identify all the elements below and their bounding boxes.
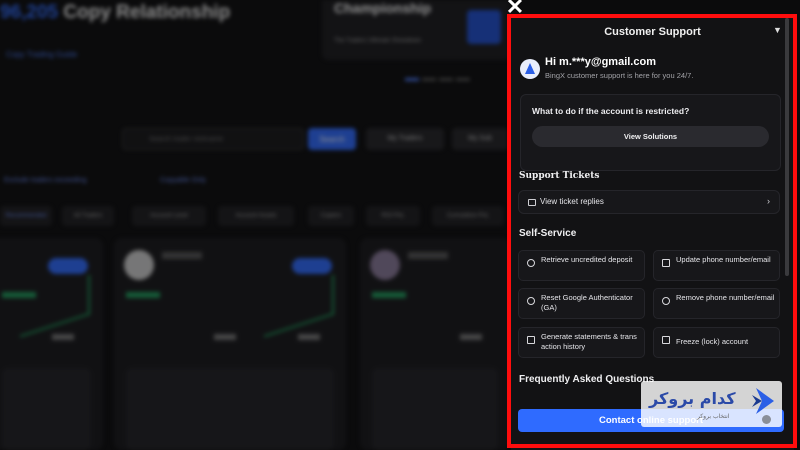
self-service-retrieve-deposit[interactable]: Retrieve uncredited deposit: [518, 250, 645, 281]
phone-icon: [662, 259, 670, 267]
trader-stat: [460, 334, 482, 340]
faq-title: Frequently Asked Questions: [519, 374, 655, 385]
greeting-name: Hi m.***y@gmail.com: [545, 56, 656, 68]
watermark-logo: [752, 388, 774, 414]
tab-account-level[interactable]: Account Level: [132, 206, 206, 226]
self-service-label: Remove phone number/email: [676, 293, 775, 302]
avatar: [124, 250, 154, 280]
my-sub-button[interactable]: My Sub: [452, 128, 508, 150]
panel-title: Customer Support: [604, 26, 701, 38]
self-service-update-phone-email[interactable]: Update phone number/email: [653, 250, 780, 281]
watermark-text: کدام بروکر: [649, 389, 736, 408]
my-traders-button[interactable]: My Traders: [366, 128, 444, 150]
shield-icon: [527, 297, 535, 305]
self-service-label: Update phone number/email: [676, 255, 771, 264]
copy-trading-guide-link[interactable]: Copy Trading Guide: [6, 50, 77, 59]
trader-roi: [372, 292, 406, 298]
watermark: کدام بروکر انتخاب بروکر: [641, 381, 782, 427]
trader-search-input[interactable]: Search trader nickname: [122, 128, 304, 150]
tab-cumulative-pnl[interactable]: Cumulative PnL: [432, 206, 504, 226]
trader-card[interactable]: [360, 238, 510, 450]
banner-title: Championship: [334, 0, 432, 16]
greeting-subtitle: BingX customer support is here for you 2…: [545, 71, 694, 80]
self-service-label: Retrieve uncredited deposit: [541, 255, 633, 264]
self-service-generate-statements[interactable]: Generate statements & transaction histor…: [518, 327, 645, 358]
trader-name: [162, 252, 202, 259]
self-service-remove-phone-email[interactable]: Remove phone number/email: [653, 288, 780, 319]
screen: 96,205 Copy Relationship Copy Trading Gu…: [0, 0, 800, 450]
trader-description: [372, 368, 498, 450]
clock-icon: [527, 259, 535, 267]
trader-name: [408, 252, 448, 259]
remove-icon: [662, 297, 670, 305]
tab-roi-pnl[interactable]: ROI PnL: [366, 206, 420, 226]
self-service-freeze-account[interactable]: Freeze (lock) account: [653, 327, 780, 358]
championship-banner[interactable]: Championship The Traders Ultimate Showdo…: [322, 0, 510, 60]
suggested-question: What to do if the account is restricted?: [532, 106, 690, 116]
trader-description: [2, 368, 91, 450]
copy-relationship-count: 96,205: [0, 2, 59, 23]
self-service-label: Freeze (lock) account: [676, 337, 749, 346]
watermark-dot: [762, 415, 771, 424]
tab-copiers[interactable]: Copiers: [308, 206, 354, 226]
self-service-reset-ga[interactable]: Reset Google Authenticator (GA): [518, 288, 645, 319]
trader-stat: [298, 334, 320, 340]
panel-header: Customer Support ▼: [511, 14, 794, 50]
trader-sparkline: [264, 274, 334, 338]
message-icon: [528, 199, 536, 206]
self-service-title: Self-Service: [519, 228, 577, 239]
trader-stat: [52, 334, 74, 340]
suggested-question-card: What to do if the account is restricted?…: [520, 94, 781, 171]
avatar: [370, 250, 400, 280]
support-tickets-title: Support Tickets: [519, 171, 600, 181]
trader-roi: [126, 292, 160, 298]
lock-icon: [662, 336, 670, 344]
exclude-checkbox[interactable]: Exclude traders exceeding: [4, 177, 87, 184]
tab-recommended[interactable]: Recommended: [0, 206, 52, 226]
tab-all-traders[interactable]: All Traders: [62, 206, 114, 226]
banner-pagination[interactable]: [405, 68, 485, 81]
view-ticket-replies-row[interactable]: View ticket replies ›: [518, 190, 780, 214]
support-avatar: [520, 59, 540, 79]
document-icon: [527, 336, 535, 344]
trader-card[interactable]: [0, 238, 103, 450]
tab-account-assets[interactable]: Account Assets: [218, 206, 294, 226]
search-button[interactable]: Search: [308, 128, 356, 150]
trader-card[interactable]: [114, 238, 346, 450]
trader-sparkline: [20, 274, 90, 338]
self-service-label: Reset Google Authenticator (GA): [541, 293, 633, 312]
view-solutions-button[interactable]: View Solutions: [532, 126, 769, 147]
copy-button[interactable]: [48, 258, 88, 274]
view-ticket-replies-label: View ticket replies: [540, 197, 604, 206]
banner-image: [467, 10, 501, 44]
copyable-only-checkbox[interactable]: Copyable Only: [160, 177, 206, 184]
banner-subtitle: The Traders Ultimate Showdown: [334, 38, 422, 44]
copy-button[interactable]: [292, 258, 332, 274]
watermark-subtext: انتخاب بروکر: [697, 413, 730, 420]
chevron-down-icon[interactable]: ▼: [773, 25, 782, 35]
self-service-label: Generate statements & transaction histor…: [541, 332, 637, 351]
chevron-right-icon: ›: [767, 196, 770, 206]
trader-stat: [214, 334, 236, 340]
trader-description: [126, 368, 334, 450]
copy-relationship-title: 96,205 Copy Relationship: [0, 2, 230, 24]
panel-scrollbar[interactable]: [785, 18, 789, 276]
copy-relationship-label: Copy Relationship: [58, 2, 231, 23]
